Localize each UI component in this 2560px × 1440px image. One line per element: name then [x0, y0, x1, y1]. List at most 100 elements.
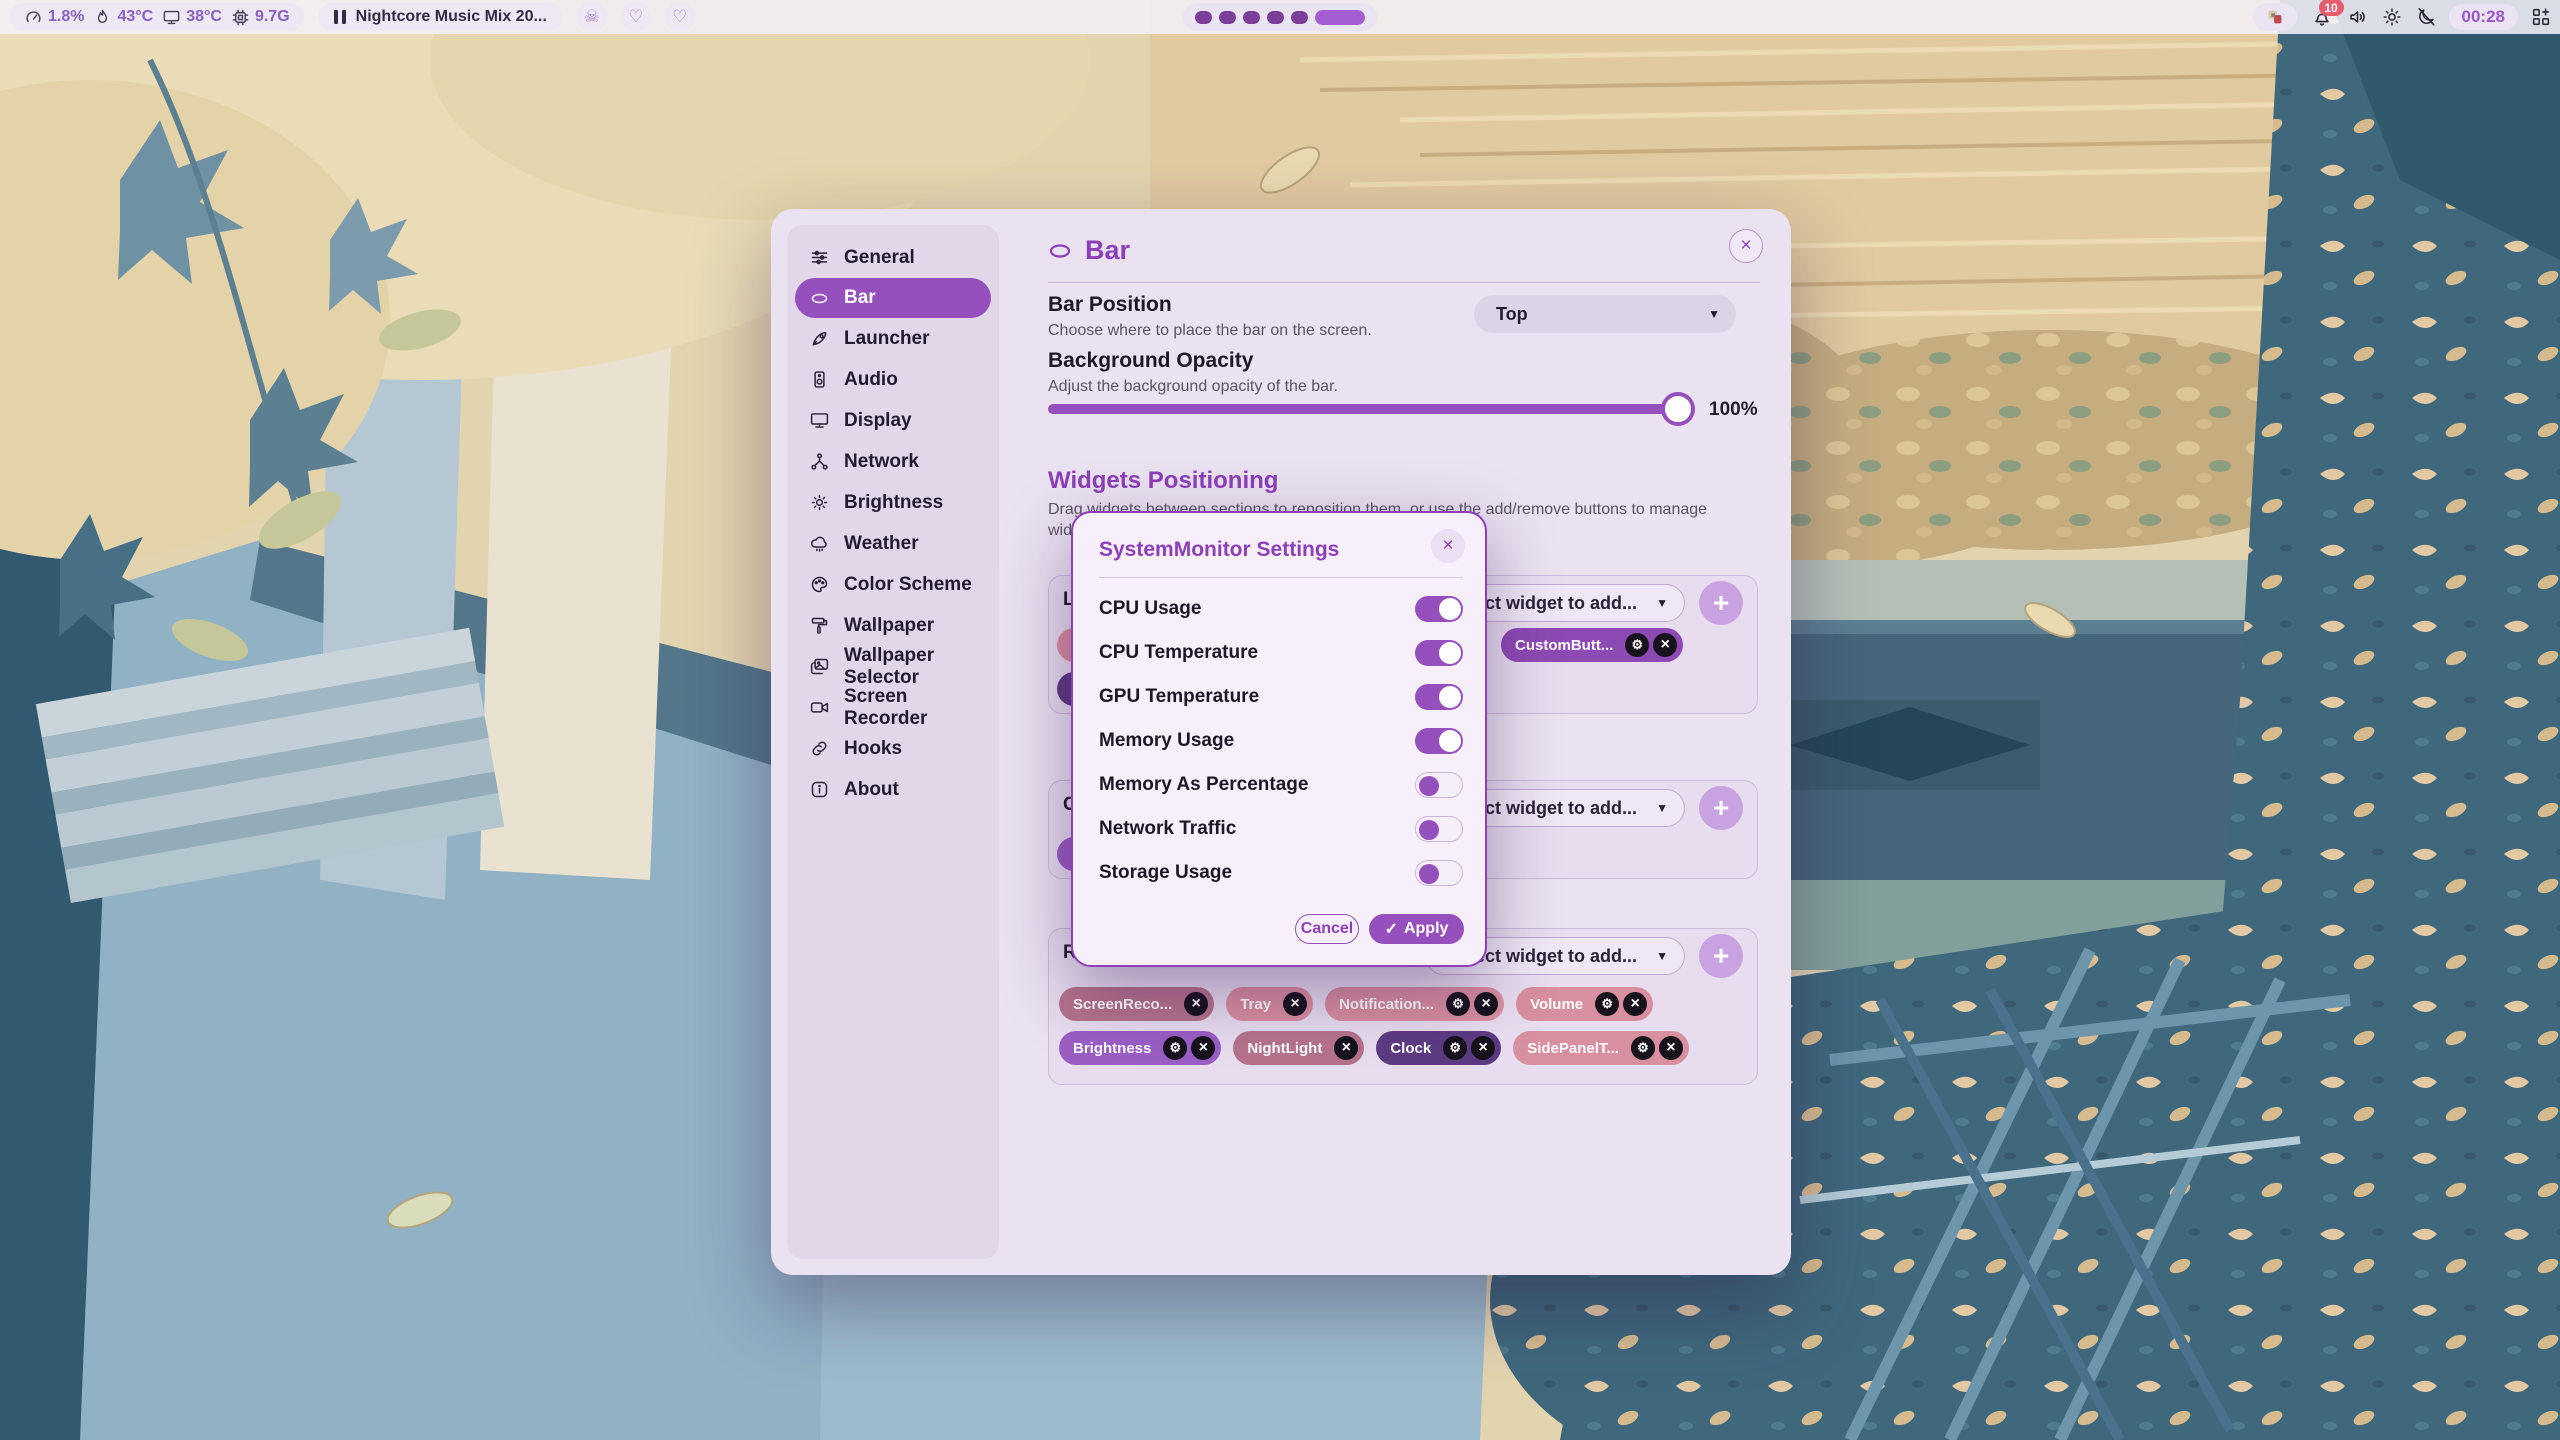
sidebar-item-bar[interactable]: Bar — [795, 278, 991, 318]
sidebar-item-network[interactable]: Network — [795, 441, 991, 482]
brightness-icon[interactable] — [2381, 6, 2403, 28]
widget-chip-nightlight[interactable]: NightLight × — [1233, 1031, 1364, 1065]
sidebar-item-about[interactable]: About — [795, 769, 991, 810]
media-player-pill[interactable]: Nightcore Music Mix 20... — [318, 3, 563, 31]
workspace-dot[interactable] — [1243, 11, 1260, 24]
workspace-dot[interactable] — [1291, 11, 1308, 24]
opacity-value: 100% — [1709, 399, 1758, 421]
widget-chip-sidepanel[interactable]: SidePanelT... ⚙ × — [1513, 1031, 1689, 1065]
sidebar-item-color-scheme[interactable]: Color Scheme — [795, 564, 991, 605]
apply-button[interactable]: ✓Apply — [1369, 914, 1464, 944]
header-divider — [1048, 282, 1760, 283]
sidebar-item-wallpaper-selector[interactable]: Wallpaper Selector — [795, 646, 991, 687]
widget-chip-tray[interactable]: Tray × — [1226, 987, 1313, 1021]
toggle-label: Storage Usage — [1099, 862, 1232, 884]
chip-settings-button[interactable]: ⚙ — [1625, 633, 1649, 657]
center-add-widget-button[interactable]: + — [1699, 786, 1743, 830]
gear-icon: ⚙ — [1601, 996, 1613, 1012]
sidebar-item-label: Weather — [844, 533, 919, 555]
sidebar-item-audio[interactable]: Audio — [795, 359, 991, 400]
widget-chip-notification[interactable]: Notification... ⚙ × — [1325, 987, 1504, 1021]
link-icon — [809, 738, 830, 759]
gpu-temperature-toggle[interactable] — [1415, 684, 1463, 710]
storage-usage-toggle[interactable] — [1415, 860, 1463, 886]
sidebar-item-wallpaper[interactable]: Wallpaper — [795, 605, 991, 646]
sidebar-item-launcher[interactable]: Launcher — [795, 318, 991, 359]
volume-icon[interactable] — [2347, 6, 2369, 28]
workspace-active-pill[interactable] — [1315, 10, 1365, 25]
chevron-down-icon: ▼ — [1656, 949, 1668, 963]
gear-icon: ⚙ — [1449, 1040, 1461, 1056]
sun-icon — [809, 492, 830, 513]
window-close-button[interactable]: × — [1729, 229, 1763, 263]
bar-position-dropdown[interactable]: Top ▼ — [1474, 295, 1736, 333]
widget-chip-volume[interactable]: Volume ⚙ × — [1516, 987, 1653, 1021]
bar-position-value: Top — [1496, 304, 1528, 325]
memory-as-percentage-toggle[interactable] — [1415, 772, 1463, 798]
chip-remove-button[interactable]: × — [1659, 1036, 1683, 1060]
chip-remove-button[interactable]: × — [1474, 992, 1498, 1016]
chip-settings-button[interactable]: ⚙ — [1163, 1036, 1187, 1060]
workspace-dot[interactable] — [1195, 11, 1212, 24]
sidebar-item-general[interactable]: General — [795, 237, 991, 278]
memory-usage-toggle[interactable] — [1415, 728, 1463, 754]
chip-remove-button[interactable]: × — [1653, 633, 1677, 657]
chip-remove-button[interactable]: × — [1471, 1036, 1495, 1060]
chip-remove-button[interactable]: × — [1334, 1036, 1358, 1060]
plus-icon: + — [1713, 792, 1729, 824]
workspace-indicator[interactable] — [1183, 3, 1377, 31]
chip-remove-button[interactable]: × — [1184, 992, 1208, 1016]
chip-remove-button[interactable]: × — [1623, 992, 1647, 1016]
heart-button-1[interactable]: ♡ — [621, 2, 651, 32]
skull-button[interactable]: ☠ — [577, 2, 607, 32]
video-camera-icon — [809, 697, 830, 718]
cancel-button[interactable]: Cancel — [1295, 914, 1359, 944]
apply-label: Apply — [1404, 920, 1448, 938]
workspace-dot[interactable] — [1219, 11, 1236, 24]
sidebar-item-hooks[interactable]: Hooks — [795, 728, 991, 769]
chip-icon — [231, 8, 250, 27]
widget-chip-screenrecorder[interactable]: ScreenReco... × — [1059, 987, 1214, 1021]
dashboard-icon[interactable] — [2530, 6, 2552, 28]
info-icon — [809, 779, 830, 800]
left-add-widget-button[interactable]: + — [1699, 581, 1743, 625]
toggle-label: Memory As Percentage — [1099, 774, 1308, 796]
toggle-label: Network Traffic — [1099, 818, 1236, 840]
bar-oval-icon — [809, 288, 830, 309]
sidebar-item-label: Launcher — [844, 328, 930, 350]
notification-badge: 10 — [2319, 0, 2344, 16]
right-add-widget-button[interactable]: + — [1699, 934, 1743, 978]
widget-chip-clock[interactable]: Clock ⚙ × — [1376, 1031, 1501, 1065]
nightlight-off-icon[interactable] — [2415, 6, 2437, 28]
notifications-button[interactable]: 10 — [2309, 3, 2335, 31]
close-icon: × — [1666, 1039, 1675, 1057]
widget-chip-brightness[interactable]: Brightness ⚙ × — [1059, 1031, 1221, 1065]
widget-chip-custombutton[interactable]: CustomButt... ⚙ × — [1501, 628, 1683, 662]
chip-remove-button[interactable]: × — [1191, 1036, 1215, 1060]
chip-settings-button[interactable]: ⚙ — [1446, 992, 1470, 1016]
chip-remove-button[interactable]: × — [1283, 992, 1307, 1016]
sidebar-item-brightness[interactable]: Brightness — [795, 482, 991, 523]
sidebar-item-display[interactable]: Display — [795, 400, 991, 441]
chip-settings-button[interactable]: ⚙ — [1443, 1036, 1467, 1060]
chip-settings-button[interactable]: ⚙ — [1595, 992, 1619, 1016]
sidebar-item-label: Hooks — [844, 738, 902, 760]
close-icon: × — [1342, 1039, 1351, 1057]
opacity-slider-handle[interactable] — [1661, 392, 1695, 426]
chevron-down-icon: ▼ — [1708, 307, 1720, 321]
clock[interactable]: 00:28 — [2449, 4, 2518, 30]
sidebar-item-screen-recorder[interactable]: Screen Recorder — [795, 687, 991, 728]
sidebar-item-weather[interactable]: Weather — [795, 523, 991, 564]
system-stats-pill[interactable]: 1.8% 43°C 38°C 9.7G — [10, 3, 304, 31]
workspace-dot[interactable] — [1267, 11, 1284, 24]
chip-settings-button[interactable]: ⚙ — [1631, 1036, 1655, 1060]
opacity-slider-track[interactable] — [1048, 404, 1695, 414]
network-traffic-toggle[interactable] — [1415, 816, 1463, 842]
close-icon: × — [1661, 636, 1670, 654]
cpu-usage-toggle[interactable] — [1415, 596, 1463, 622]
sidebar-item-label: Wallpaper Selector — [844, 645, 991, 689]
heart-button-2[interactable]: ♡ — [665, 2, 695, 32]
cpu-temperature-toggle[interactable] — [1415, 640, 1463, 666]
dialog-close-button[interactable]: × — [1431, 529, 1465, 563]
tray-app-button[interactable] — [2253, 3, 2297, 31]
